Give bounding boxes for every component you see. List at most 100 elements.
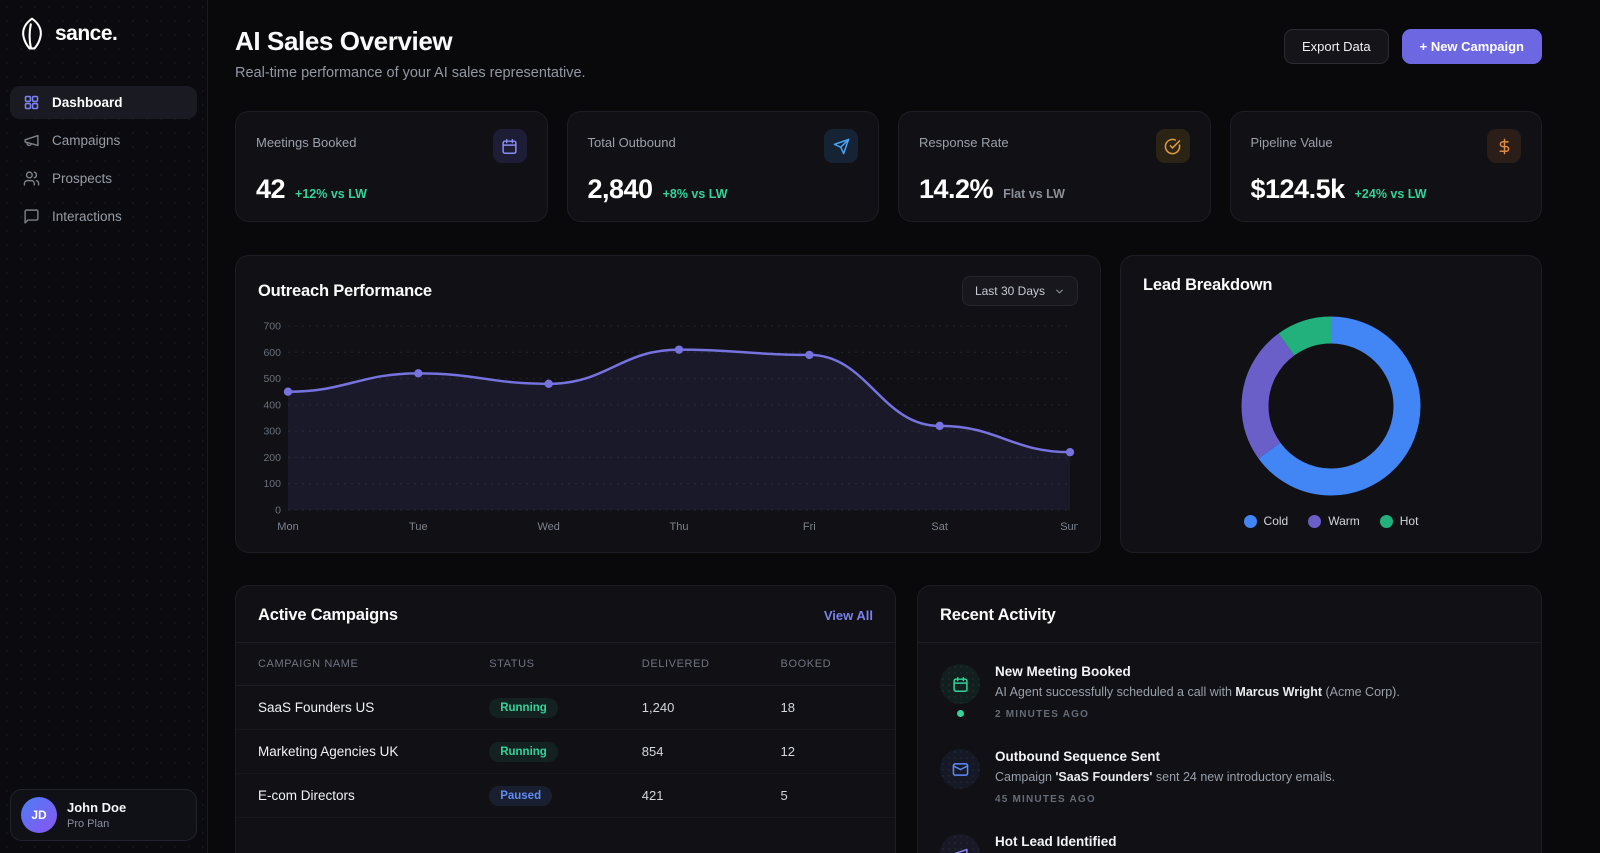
legend-dot-warm xyxy=(1308,514,1322,528)
page-header: AI Sales Overview Real-time performance … xyxy=(235,26,1542,81)
delivered-count: 854 xyxy=(641,744,664,759)
column-header: CAMPAIGN NAME xyxy=(258,658,359,670)
outreach-performance-card: Outreach Performance Last 30 Days 0 100 20… xyxy=(235,255,1101,553)
brand: sance. xyxy=(10,14,197,52)
kpi-card-total-outbound: Total Outbound 2,840 +8% vs LW xyxy=(566,111,879,222)
table-row[interactable]: E-com Directors Paused 421 5 xyxy=(236,774,895,818)
svg-text:Thu: Thu xyxy=(670,521,689,533)
kpi-row: Meetings Booked 42 +12% vs LW Total Outb… xyxy=(235,111,1542,222)
svg-text:Fri: Fri xyxy=(803,521,816,533)
check-circle-icon xyxy=(1155,129,1190,163)
svg-text:Sun: Sun xyxy=(1060,521,1078,533)
legend-item-cold: Cold xyxy=(1243,514,1288,528)
legend-dot-hot xyxy=(1379,514,1393,528)
kpi-card-pipeline-value: Pipeline Value $124.5k +24% vs LW xyxy=(1229,111,1542,222)
kpi-delta: +8% vs LW xyxy=(662,187,728,201)
svg-text:400: 400 xyxy=(263,399,281,411)
live-indicator-dot xyxy=(957,710,964,717)
kpi-value: 42 xyxy=(256,174,286,204)
sidebar-item-label: Campaigns xyxy=(52,133,121,148)
kpi-label: Pipeline Value xyxy=(1250,135,1333,150)
svg-text:500: 500 xyxy=(263,373,281,385)
sidebar-item-prospects[interactable]: Prospects xyxy=(10,162,197,195)
activity-item: Hot Lead Identified Positive response re… xyxy=(940,819,1519,853)
kpi-label: Meetings Booked xyxy=(256,135,357,150)
kpi-label: Total Outbound xyxy=(587,135,676,150)
user-name: John Doe xyxy=(67,800,127,815)
activity-description: Campaign 'SaaS Founders' sent 24 new int… xyxy=(995,770,1336,784)
kpi-label: Response Rate xyxy=(919,135,1009,150)
svg-text:300: 300 xyxy=(263,426,281,438)
table-row[interactable]: Marketing Agencies UK Running 854 12 xyxy=(236,730,895,774)
activity-title: Hot Lead Identified xyxy=(995,834,1117,849)
activity-item: Outbound Sequence Sent Campaign 'SaaS Fo… xyxy=(940,734,1519,819)
sidebar-nav: Dashboard Campaigns Prospects Interactio… xyxy=(10,86,197,233)
status-badge: Paused xyxy=(489,785,553,806)
sidebar-item-dashboard[interactable]: Dashboard xyxy=(10,86,197,119)
sidebar-item-campaigns[interactable]: Campaigns xyxy=(10,124,197,157)
kpi-value: $124.5k xyxy=(1250,174,1346,204)
legend-item-warm: Warm xyxy=(1308,514,1360,528)
kpi-card-meetings-booked: Meetings Booked 42 +12% vs LW xyxy=(235,111,548,222)
view-all-link[interactable]: View All xyxy=(824,608,873,623)
calendar-icon xyxy=(940,664,980,704)
booked-count: 5 xyxy=(780,788,788,803)
activity-item: New Meeting Booked AI Agent successfully… xyxy=(940,649,1519,734)
panel-title: Recent Activity xyxy=(940,606,1056,624)
delivered-count: 421 xyxy=(641,788,664,803)
campaign-name: SaaS Founders US xyxy=(258,700,375,715)
logo-icon xyxy=(18,16,46,52)
svg-text:100: 100 xyxy=(263,478,281,490)
legend-dot-cold xyxy=(1243,514,1257,528)
activity-timestamp: 45 MINUTES AGO xyxy=(995,794,1096,805)
panel-title: Active Campaigns xyxy=(258,606,398,624)
delivered-count: 1,240 xyxy=(641,700,675,715)
legend-item-hot: Hot xyxy=(1379,514,1418,528)
export-data-button[interactable]: Export Data xyxy=(1283,29,1389,64)
send-icon xyxy=(824,129,858,163)
kpi-delta: +24% vs LW xyxy=(1354,187,1427,201)
date-range-value: Last 30 Days xyxy=(974,284,1045,298)
sidebar-item-label: Interactions xyxy=(52,209,122,224)
page-subtitle: Real-time performance of your AI sales r… xyxy=(235,65,586,81)
activity-description: AI Agent successfully scheduled a call w… xyxy=(995,685,1400,699)
kpi-card-response-rate: Response Rate 14.2% Flat vs LW xyxy=(898,111,1211,222)
lead-breakdown-donut-chart xyxy=(1241,316,1421,495)
booked-count: 12 xyxy=(780,744,795,759)
activity-timestamp: 2 MINUTES AGO xyxy=(995,709,1090,720)
table-row[interactable]: SaaS Founders US Running 1,240 18 xyxy=(236,686,895,730)
column-header: DELIVERED xyxy=(641,658,710,670)
chat-icon xyxy=(23,208,40,225)
sidebar-item-label: Prospects xyxy=(52,171,113,186)
kpi-delta: +12% vs LW xyxy=(295,187,367,201)
svg-text:0: 0 xyxy=(275,505,281,517)
svg-text:Sat: Sat xyxy=(931,521,948,533)
date-range-select[interactable]: Last 30 Days xyxy=(961,276,1078,306)
sidebar: sance. Dashboard Campaigns Prospects Int… xyxy=(0,0,208,853)
user-profile-card[interactable]: JD John Doe Pro Plan xyxy=(10,789,197,841)
megaphone-icon xyxy=(940,834,980,853)
megaphone-icon xyxy=(23,132,40,149)
new-campaign-button[interactable]: + New Campaign xyxy=(1401,29,1542,64)
sidebar-item-interactions[interactable]: Interactions xyxy=(10,200,197,233)
active-campaigns-panel: Active Campaigns View All CAMPAIGN NAME … xyxy=(235,585,896,853)
kpi-value: 2,840 xyxy=(587,174,654,204)
sidebar-item-label: Dashboard xyxy=(52,95,123,110)
chart-title: Outreach Performance xyxy=(258,281,432,300)
svg-text:600: 600 xyxy=(263,347,281,359)
campaign-name: Marketing Agencies UK xyxy=(258,744,399,759)
chevron-down-icon xyxy=(1054,286,1065,297)
kpi-delta: Flat vs LW xyxy=(1003,187,1065,201)
recent-activity-panel: Recent Activity New Meeting Booked AI Ag… xyxy=(917,585,1542,853)
mail-icon xyxy=(940,749,980,789)
table-header-row: CAMPAIGN NAME STATUS DELIVERED BOOKED xyxy=(236,643,895,686)
status-badge: Running xyxy=(489,697,558,718)
calendar-icon xyxy=(492,129,527,163)
outreach-line-chart: 0 100 200 300 400 500 600 700 Mon Tue Wed Thu Fri Sat… xyxy=(263,321,1079,534)
main-content: AI Sales Overview Real-time performance … xyxy=(208,0,1600,853)
grid-icon xyxy=(23,94,40,111)
booked-count: 18 xyxy=(780,700,795,715)
users-icon xyxy=(23,170,40,187)
status-badge: Running xyxy=(489,741,558,762)
chart-title: Lead Breakdown xyxy=(1143,276,1273,294)
